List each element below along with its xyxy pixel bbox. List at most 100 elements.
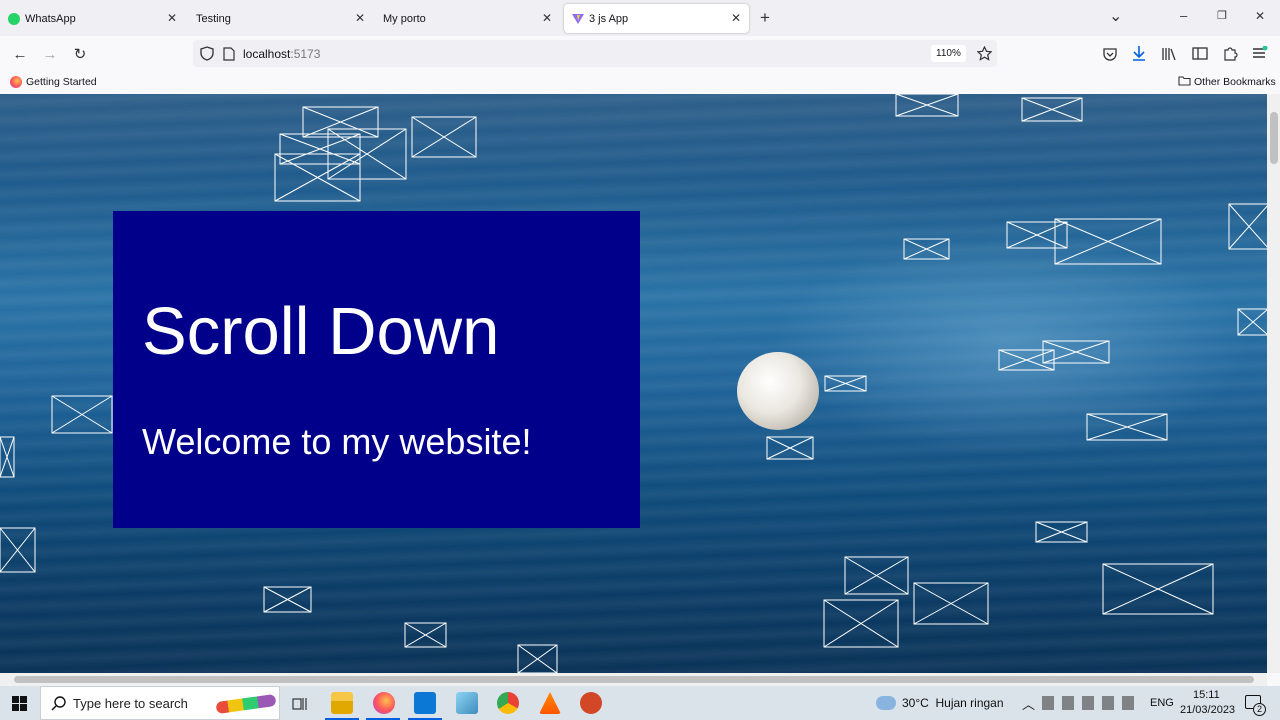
tab-label: 3 js App bbox=[589, 12, 629, 25]
address-bar[interactable]: localhost:5173 110% bbox=[193, 40, 997, 67]
bookmarks-toolbar: Getting Started Other Bookmarks bbox=[0, 72, 1280, 94]
tab-whatsapp[interactable]: WhatsApp ✕ bbox=[0, 4, 185, 33]
wireframe-cube bbox=[411, 116, 477, 158]
tab-testing[interactable]: Testing ✕ bbox=[188, 4, 373, 33]
wireframe-cube bbox=[0, 436, 15, 478]
scrollbar-thumb[interactable] bbox=[1270, 112, 1278, 164]
scrollbar-thumb[interactable] bbox=[14, 676, 1254, 683]
wireframe-cube bbox=[302, 106, 379, 138]
horizontal-scrollbar[interactable] bbox=[0, 673, 1267, 686]
wireframe-cube bbox=[1237, 308, 1267, 336]
task-view-icon[interactable] bbox=[292, 696, 308, 711]
firefox-icon bbox=[10, 76, 22, 88]
back-button[interactable]: ← bbox=[10, 44, 30, 64]
wireframe-cube bbox=[903, 238, 950, 260]
tray-icons[interactable] bbox=[1042, 696, 1142, 710]
hero-title: Scroll Down bbox=[142, 294, 500, 369]
weather-text[interactable]: 30°C Hujan ringan bbox=[902, 696, 1004, 710]
bookmark-getting-started[interactable]: Getting Started bbox=[26, 76, 97, 88]
wireframe-cube bbox=[844, 556, 909, 595]
hero-subtitle: Welcome to my website! bbox=[142, 421, 532, 462]
app-icon[interactable] bbox=[456, 692, 478, 714]
wireframe-cube bbox=[404, 622, 447, 648]
windows-taskbar: Type here to search 30°C Hujan ringan ︿ … bbox=[0, 686, 1280, 720]
wireframe-cube bbox=[1228, 203, 1267, 250]
pocket-icon[interactable] bbox=[1102, 46, 1118, 62]
page-icon[interactable] bbox=[223, 47, 235, 61]
notification-count: 2 bbox=[1253, 703, 1266, 716]
wireframe-cube bbox=[895, 94, 959, 117]
close-window-button[interactable]: ✕ bbox=[1255, 9, 1265, 23]
forward-button[interactable]: → bbox=[40, 44, 60, 64]
search-icon bbox=[51, 696, 66, 711]
wireframe-cube bbox=[274, 153, 361, 202]
library-icon[interactable] bbox=[1161, 47, 1177, 61]
whatsapp-icon bbox=[8, 12, 20, 25]
wireframe-cube bbox=[263, 586, 312, 613]
close-tab-icon[interactable]: ✕ bbox=[355, 11, 365, 25]
clock-time[interactable]: 15:11 bbox=[1193, 689, 1220, 701]
powerpoint-icon[interactable] bbox=[580, 692, 602, 714]
downloads-icon[interactable] bbox=[1131, 45, 1147, 61]
wireframe-cube bbox=[1006, 221, 1068, 249]
tab-label: WhatsApp bbox=[25, 12, 76, 25]
tab-bar: WhatsApp ✕ Testing ✕ My porto ✕ 3 js App… bbox=[0, 0, 1280, 36]
vite-icon bbox=[572, 13, 584, 24]
close-tab-icon[interactable]: ✕ bbox=[542, 11, 552, 25]
show-hidden-icons-chevron-icon[interactable]: ︿ bbox=[1022, 694, 1035, 713]
url-host: localhost bbox=[243, 47, 291, 61]
language-indicator[interactable]: ENG bbox=[1150, 697, 1174, 709]
url-port: :5173 bbox=[290, 47, 321, 61]
file-explorer-icon[interactable] bbox=[331, 692, 353, 714]
wireframe-cube bbox=[913, 582, 989, 625]
wireframe-cube bbox=[279, 133, 361, 165]
vertical-scrollbar[interactable] bbox=[1267, 94, 1280, 673]
search-placeholder: Type here to search bbox=[73, 696, 188, 711]
close-tab-icon[interactable]: ✕ bbox=[731, 11, 741, 25]
reload-button[interactable]: ↻ bbox=[70, 44, 90, 64]
wireframe-cube bbox=[1035, 521, 1088, 543]
windows-start-icon[interactable] bbox=[12, 696, 27, 711]
tab-label: My porto bbox=[383, 12, 426, 25]
hero-card: Scroll Down Welcome to my website! bbox=[113, 211, 640, 528]
vlc-icon[interactable] bbox=[539, 692, 561, 714]
wireframe-cube bbox=[1021, 97, 1083, 122]
bookmark-other-bookmarks[interactable]: Other Bookmarks bbox=[1194, 76, 1276, 88]
tracking-protection-shield-icon[interactable] bbox=[200, 46, 214, 61]
zoom-level[interactable]: 110% bbox=[931, 45, 966, 62]
wireframe-cube bbox=[1102, 563, 1214, 615]
maximize-button[interactable]: ❐ bbox=[1217, 9, 1227, 22]
list-all-tabs-icon[interactable]: ⌄ bbox=[1109, 6, 1122, 26]
wireframe-cube bbox=[1042, 340, 1110, 364]
wireframe-cube bbox=[51, 395, 113, 434]
minimize-button[interactable]: – bbox=[1180, 8, 1187, 23]
wireframe-cube bbox=[824, 375, 867, 392]
wireframe-cube bbox=[1054, 218, 1162, 265]
folder-icon bbox=[1178, 76, 1191, 86]
wireframe-cube bbox=[517, 644, 558, 673]
extensions-icon[interactable] bbox=[1222, 45, 1238, 61]
page-viewport: Scroll Down Welcome to my website! bbox=[0, 94, 1267, 673]
vscode-icon[interactable] bbox=[414, 692, 436, 714]
wireframe-cube bbox=[998, 349, 1055, 371]
bookmark-star-icon[interactable] bbox=[977, 46, 992, 61]
wireframe-cube bbox=[766, 436, 814, 460]
menu-icon[interactable] bbox=[1252, 46, 1268, 60]
tab-label: Testing bbox=[196, 12, 231, 25]
tab-my-porto[interactable]: My porto ✕ bbox=[375, 4, 560, 33]
weather-cloud-icon[interactable] bbox=[876, 696, 896, 710]
chrome-icon[interactable] bbox=[497, 692, 519, 714]
taskbar-search-box[interactable]: Type here to search bbox=[40, 686, 280, 720]
clock-date[interactable]: 21/03/2023 bbox=[1180, 704, 1235, 716]
chalk-pencils-icon bbox=[215, 693, 277, 715]
wireframe-cube bbox=[823, 599, 899, 648]
wireframe-cube bbox=[1086, 413, 1168, 441]
close-tab-icon[interactable]: ✕ bbox=[167, 11, 177, 25]
moon-sphere bbox=[737, 352, 819, 430]
firefox-taskbar-icon[interactable] bbox=[373, 692, 395, 714]
new-tab-button[interactable]: + bbox=[760, 8, 770, 28]
sidebar-icon[interactable] bbox=[1192, 47, 1208, 60]
url-text[interactable]: localhost:5173 bbox=[243, 47, 320, 61]
wireframe-cube bbox=[0, 527, 36, 573]
tab-3js-app[interactable]: 3 js App ✕ bbox=[564, 4, 749, 33]
